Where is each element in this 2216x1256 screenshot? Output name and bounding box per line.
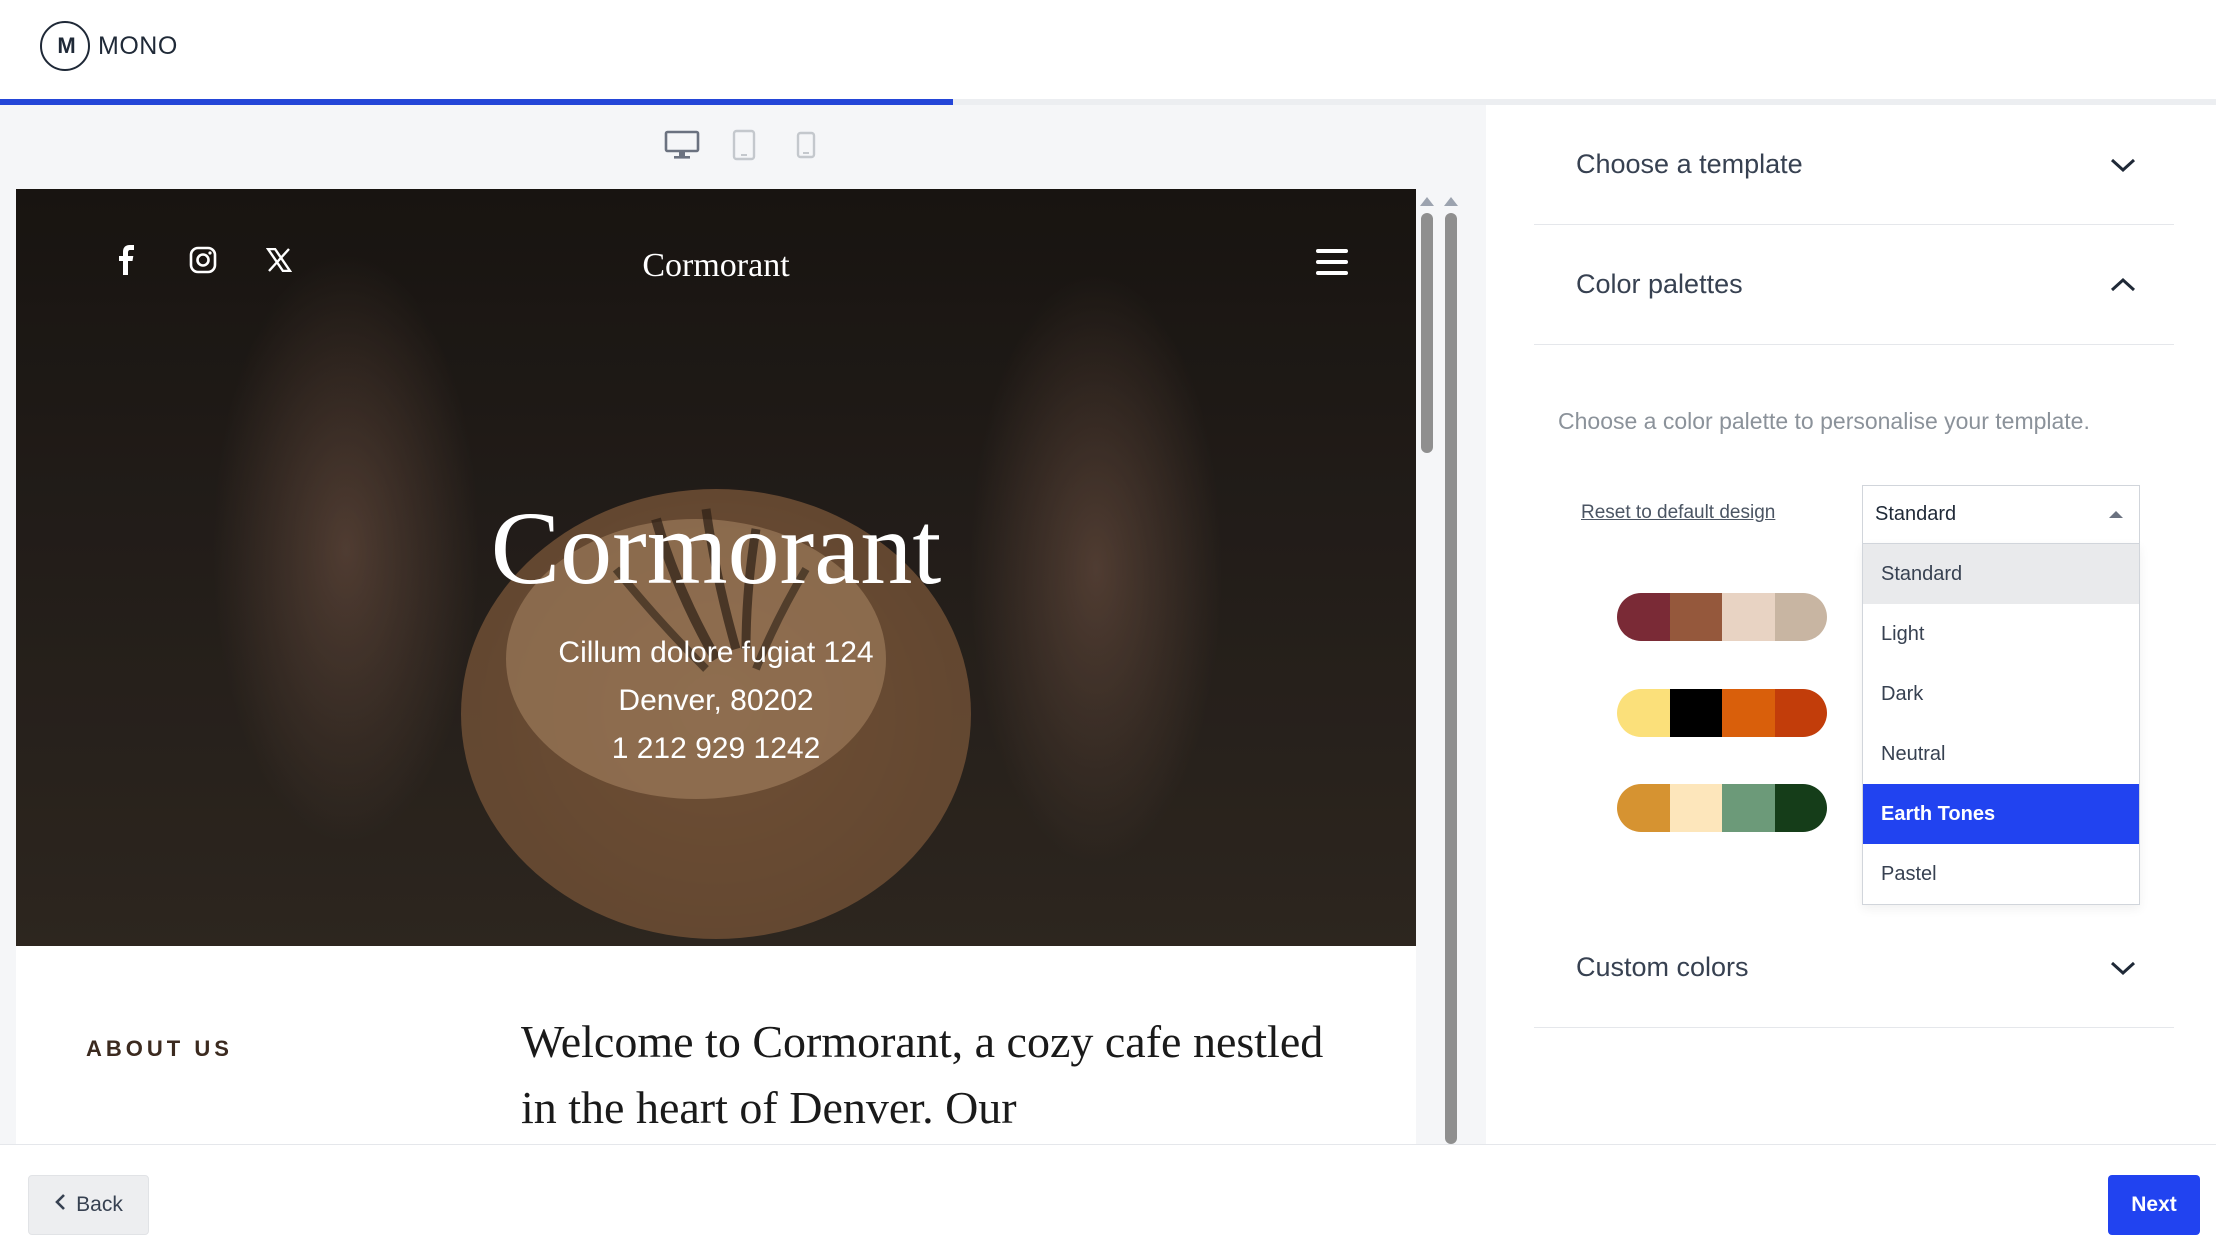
swatch-color [1722,689,1775,737]
dropdown-option-light[interactable]: Light [1863,604,2139,664]
hero-address: Cillum dolore fugiat 124 Denver, 80202 1… [16,629,1416,773]
scroll-thumb-inner[interactable] [1421,213,1433,453]
hamburger-menu-icon[interactable] [1316,249,1350,279]
tablet-icon[interactable] [726,127,762,163]
dropdown-option-dark[interactable]: Dark [1863,664,2139,724]
about-us-text: Welcome to Cormorant, a cozy cafe nestle… [521,1016,1324,1133]
swatch-color [1722,593,1775,641]
logo[interactable]: M MONO [40,20,178,72]
swatch-color [1774,689,1827,737]
phone-number: 1 212 929 1242 [611,732,821,765]
chevron-up-icon [2110,272,2136,298]
swatch-color [1669,593,1722,641]
next-button[interactable]: Next [2108,1175,2200,1235]
dropdown-option-neutral[interactable]: Neutral [1863,724,2139,784]
scroll-up-arrow-icon[interactable] [1420,197,1434,206]
logo-text: MONO [98,31,178,60]
palette-swatch[interactable] [1617,784,1827,832]
dropdown-option-standard[interactable]: Standard [1863,544,2139,604]
chevron-down-icon [2110,152,2136,178]
hero-title: Cormorant [490,491,942,606]
accordion-choose-template[interactable]: Choose a template [1534,105,2174,225]
swatch-color [1617,593,1670,641]
customization-panel: Choose a template Color palettes Choose … [1486,105,2215,1144]
preview-scrollbar-inner[interactable] [1418,189,1436,1144]
caret-up-icon [2109,511,2123,518]
logo-mark-icon: M [40,21,90,71]
scroll-thumb-outer[interactable] [1445,213,1457,1144]
back-button[interactable]: Back [28,1175,149,1235]
chevron-down-icon [2110,955,2136,981]
swatch-color [1774,784,1827,832]
reset-default-design-link[interactable]: Reset to default design [1581,502,1775,524]
accordion-custom-colors[interactable]: Custom colors [1534,908,2174,1028]
address-line-1: Cillum dolore fugiat 124 [558,636,874,669]
accordion-color-palettes[interactable]: Color palettes [1534,225,2174,345]
dropdown-option-pastel[interactable]: Pastel [1863,844,2139,904]
scroll-up-arrow-icon[interactable] [1444,197,1458,206]
website-preview: Cormorant Cormorant Cillum dolore fugiat… [16,189,1416,1144]
accordion-title: Choose a template [1576,149,1803,179]
dropdown-option-earth-tones[interactable]: Earth Tones [1863,784,2139,844]
palette-select[interactable]: Standard [1862,485,2140,543]
hero-banner: Cormorant Cormorant Cillum dolore fugiat… [16,189,1416,946]
swatch-color [1669,689,1722,737]
swatch-color [1617,689,1670,737]
chevron-left-icon [54,1193,66,1217]
desktop-icon[interactable] [664,127,700,163]
accordion-title: Custom colors [1576,952,1749,982]
palette-description: Choose a color palette to personalise yo… [1558,408,2090,434]
device-switcher [664,127,824,163]
top-header: M MONO [0,0,2216,105]
palette-select-value: Standard [1875,503,1957,525]
address-line-2: Denver, 80202 [618,684,814,717]
palette-swatch[interactable] [1617,689,1827,737]
preview-scrollbar-outer[interactable] [1442,189,1460,1144]
about-us-label: ABOUT US [86,1036,233,1061]
mobile-icon[interactable] [788,127,824,163]
swatch-color [1774,593,1827,641]
template-preview-pane: Cormorant Cormorant Cillum dolore fugiat… [0,105,1486,1144]
accordion-title: Color palettes [1576,269,1743,299]
swatch-color [1722,784,1775,832]
site-brand-name[interactable]: Cormorant [16,247,1416,285]
palette-dropdown-menu: Standard Light Dark Neutral Earth Tones … [1862,543,2140,905]
swatch-color [1617,784,1670,832]
back-button-label: Back [76,1193,123,1216]
bottom-navigation-bar: Back Next [0,1144,2216,1256]
palette-swatch[interactable] [1617,593,1827,641]
swatch-color [1669,784,1722,832]
